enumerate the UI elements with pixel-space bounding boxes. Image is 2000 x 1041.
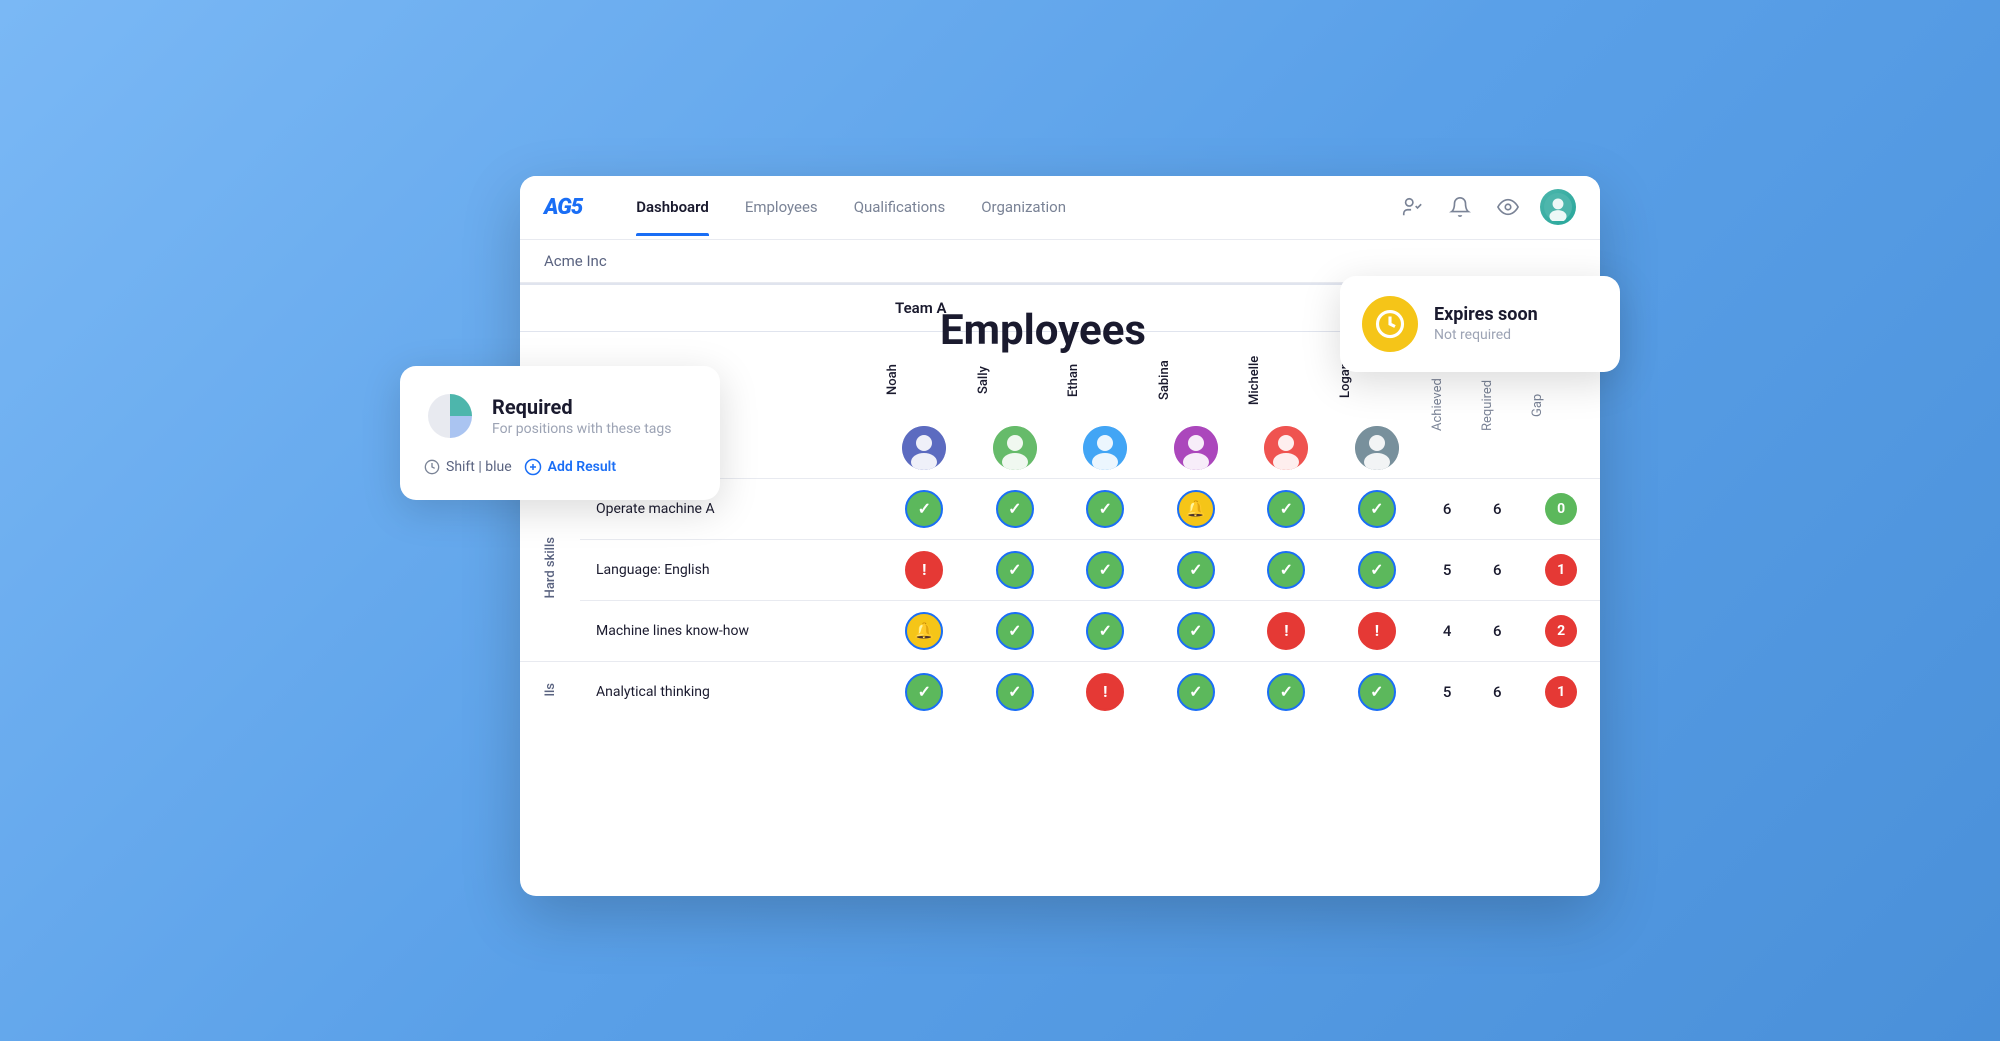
avatar-ethan [1083, 426, 1127, 470]
skill-name-analytical: Analytical thinking [580, 661, 879, 722]
required-language: 6 [1472, 539, 1522, 600]
status-sally-machine[interactable]: ✓ [970, 600, 1061, 661]
required-machine: 6 [1472, 600, 1522, 661]
status-logan-machine[interactable]: ! [1332, 600, 1423, 661]
logo[interactable]: AG5 [544, 195, 582, 220]
nav-link-employees[interactable]: Employees [727, 178, 836, 236]
nav-link-qualifications[interactable]: Qualifications [836, 178, 964, 236]
employee-name-michelle: Michelle [1247, 340, 1262, 420]
status-michelle-analytical[interactable]: ✓ [1241, 661, 1332, 722]
status-michelle-language[interactable]: ✓ [1241, 539, 1332, 600]
required-subtitle: For positions with these tags [492, 421, 671, 437]
achieved-analytical: 5 [1422, 661, 1472, 722]
status-ethan-machine[interactable]: ✓ [1060, 600, 1151, 661]
category-lls: lls [520, 661, 580, 722]
gap-machine: 2 [1522, 600, 1600, 661]
required-card-header: Required For positions with these tags [424, 390, 696, 442]
table-row: lls Analytical thinking ✓ ✓ ! [520, 661, 1600, 722]
avatar-logan [1355, 426, 1399, 470]
expires-subtitle: Not required [1434, 327, 1538, 343]
expires-card-text: Expires soon Not required [1434, 304, 1538, 343]
status-ethan-language[interactable]: ✓ [1060, 539, 1151, 600]
required-operate: 6 [1472, 478, 1522, 539]
expires-title: Expires soon [1434, 304, 1538, 325]
status-ethan-analytical[interactable]: ! [1060, 661, 1151, 722]
skill-name-language: Language: English [580, 539, 879, 600]
nav-links: Dashboard Employees Qualifications Organ… [618, 178, 1396, 236]
status-ethan-operate[interactable]: ✓ [1060, 478, 1151, 539]
status-michelle-machine[interactable]: ! [1241, 600, 1332, 661]
status-logan-analytical[interactable]: ✓ [1332, 661, 1423, 722]
table-row: Machine lines know-how 🔔 ✓ ✓ ✓ [520, 600, 1600, 661]
clock-icon [1362, 296, 1418, 352]
status-logan-operate[interactable]: ✓ [1332, 478, 1423, 539]
status-noah-language[interactable]: ! [879, 539, 970, 600]
avatar-noah [902, 426, 946, 470]
required-tags: Shift | blue Add Result [424, 458, 696, 476]
status-sally-language[interactable]: ✓ [970, 539, 1061, 600]
required-analytical: 6 [1472, 661, 1522, 722]
pie-chart-icon [424, 390, 476, 442]
avatar-sally [993, 426, 1037, 470]
expires-card: Expires soon Not required [1340, 276, 1620, 372]
user-avatar[interactable] [1540, 189, 1576, 225]
gap-analytical: 1 [1522, 661, 1600, 722]
achieved-language: 5 [1422, 539, 1472, 600]
employee-name-noah: Noah [885, 340, 900, 420]
achieved-operate: 6 [1422, 478, 1472, 539]
employees-page-title: Employees [940, 306, 1146, 355]
tag-shift-blue: Shift | blue [424, 459, 512, 475]
table-row: Language: English ! ✓ ✓ ✓ [520, 539, 1600, 600]
add-result-button[interactable]: Add Result [524, 458, 616, 476]
achieved-machine: 4 [1422, 600, 1472, 661]
status-sally-analytical[interactable]: ✓ [970, 661, 1061, 722]
required-card: Required For positions with these tags S… [400, 366, 720, 500]
status-sabina-analytical[interactable]: ✓ [1151, 661, 1242, 722]
status-noah-machine[interactable]: 🔔 [879, 600, 970, 661]
avatar-sabina [1174, 426, 1218, 470]
status-michelle-operate[interactable]: ✓ [1241, 478, 1332, 539]
employee-name-sabina: Sabina [1157, 340, 1172, 420]
status-sabina-operate[interactable]: 🔔 [1151, 478, 1242, 539]
status-noah-analytical[interactable]: ✓ [879, 661, 970, 722]
status-sabina-language[interactable]: ✓ [1151, 539, 1242, 600]
eye-icon[interactable] [1492, 191, 1524, 223]
category-hard-skills: Hard skills [520, 478, 580, 661]
required-title: Required [492, 395, 671, 419]
nav-icons [1396, 189, 1576, 225]
status-noah-operate[interactable]: ✓ [879, 478, 970, 539]
nav-link-organization[interactable]: Organization [963, 178, 1084, 236]
gap-operate: 0 [1522, 478, 1600, 539]
gap-language: 1 [1522, 539, 1600, 600]
status-sabina-machine[interactable]: ✓ [1151, 600, 1242, 661]
required-card-text: Required For positions with these tags [492, 395, 671, 437]
employee-col-sabina: Sabina [1151, 331, 1242, 478]
status-logan-language[interactable]: ✓ [1332, 539, 1423, 600]
user-switch-icon[interactable] [1396, 191, 1428, 223]
nav-link-dashboard[interactable]: Dashboard [618, 178, 727, 236]
navbar: AG5 Dashboard Employees Qualifications O… [520, 176, 1600, 240]
bell-icon[interactable] [1444, 191, 1476, 223]
skill-name-machine-lines: Machine lines know-how [580, 600, 879, 661]
avatar-michelle [1264, 426, 1308, 470]
status-sally-operate[interactable]: ✓ [970, 478, 1061, 539]
employee-col-michelle: Michelle [1241, 331, 1332, 478]
